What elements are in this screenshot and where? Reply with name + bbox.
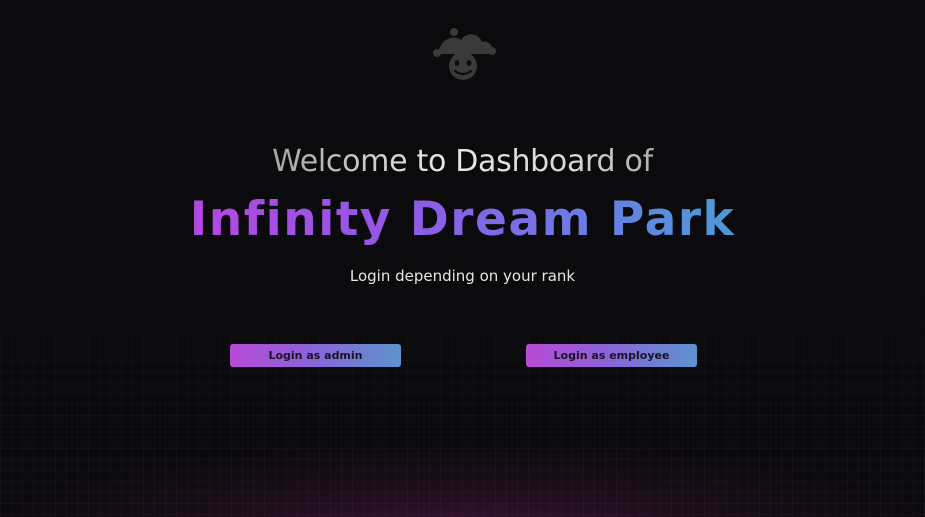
park-title-text: Infinity Dream Park: [189, 192, 736, 247]
background-grid: [0, 250, 925, 517]
login-admin-button[interactable]: Login as admin: [230, 344, 401, 367]
login-subtitle: Login depending on your rank: [349, 267, 576, 285]
welcome-heading: Welcome to Dashboard of: [0, 144, 925, 179]
bottom-glow: [0, 447, 925, 517]
park-title: Infinity Dream Park: [0, 192, 925, 247]
login-employee-button[interactable]: Login as employee: [526, 344, 697, 367]
jester-hat-icon: [430, 26, 496, 82]
